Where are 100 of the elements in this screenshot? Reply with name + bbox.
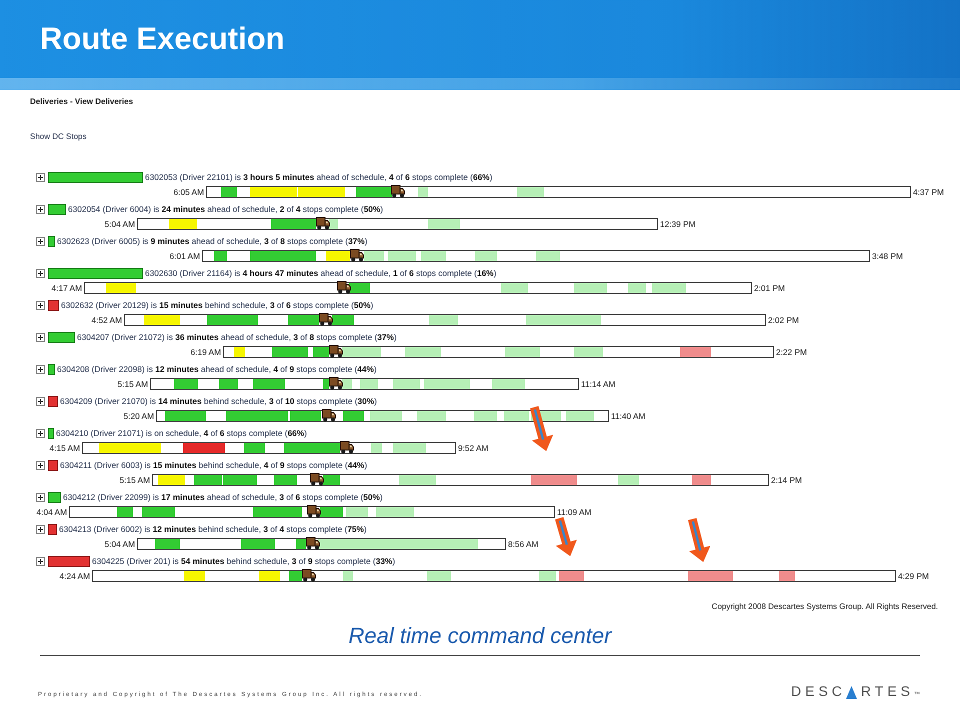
planned-stop-segment [504,411,529,421]
planned-stop-segment [376,507,414,517]
planned-stop-segment [492,379,525,389]
planned-stop-segment [417,411,446,421]
expand-icon[interactable] [36,204,45,214]
planned-stop-segment [329,219,338,229]
planned-stop-segment [342,379,352,389]
completed-stop-segment [356,187,392,197]
idle-time-segment [144,315,180,325]
planned-stop-segment [539,571,556,581]
show-dc-stops-link[interactable]: Show DC Stops [30,132,86,141]
logo-text: RTES [860,683,914,699]
route-summary: 6304208 (Driver 22098) is 12 minutes ahead of schedule, 4 of 9 stops complete (44%) [57,364,377,374]
start-time: 5:04 AM [104,538,135,550]
copyright-text: Copyright 2008 Descartes Systems Group. All Rights Reserved. [712,602,938,611]
projected-late-segment [688,571,733,581]
planned-stop-segment [474,411,497,421]
route-summary: 6304211 (Driver 6003) is 15 minutes behind schedule, 4 of 9 stops complete (44%) [60,460,368,470]
start-time: 4:24 AM [60,570,90,582]
completed-stop-segment [274,475,297,485]
planned-stop-segment [424,379,470,389]
completed-stop-segment [323,475,340,485]
annotation-arrow [688,518,710,562]
breadcrumb: Deliveries - View Deliveries [30,97,134,106]
planned-stop-segment [427,571,451,581]
expand-icon[interactable] [36,300,45,310]
completed-stop-segment [207,315,258,325]
expand-icon[interactable] [36,236,45,246]
start-time: 5:15 AM [120,474,150,486]
end-time: 11:09 AM [557,506,592,518]
planned-stop-segment [501,283,528,293]
planned-stop-segment [405,347,441,357]
planned-stop-segment [428,219,460,229]
completed-stop-segment [241,539,275,549]
planned-stop-segment [536,251,560,261]
projected-late-segment [531,475,577,485]
annotation-arrow [530,406,553,451]
expand-icon[interactable] [36,524,45,534]
planned-stop-segment [475,251,497,261]
route-summary: 6304212 (Driver 22099) is 17 minutes ahead of schedule, 3 of 6 stops complete (50%) [63,492,383,502]
completed-stop-segment [313,347,329,357]
idle-time-segment [298,187,345,197]
start-time: 6:19 AM [190,346,221,358]
route-summary: 6302632 (Driver 20129) is 15 minutes behind schedule, 3 of 6 stops complete (50%) [61,300,374,310]
completed-stop-segment [142,507,175,517]
idle-time-segment [259,571,280,581]
expand-icon[interactable] [36,428,45,438]
start-time: 4:17 AM [52,282,82,294]
completed-stop-segment [214,251,227,261]
planned-stop-segment [421,251,446,261]
end-time: 11:14 AM [581,378,616,390]
route-summary: 6304209 (Driver 21070) is 14 minutes behind schedule, 3 of 10 stops complete (30%) [60,396,377,406]
late-stop-segment [183,443,225,453]
end-time: 4:29 PM [898,570,929,582]
completed-stop-segment [284,443,340,453]
truck-icon [329,345,343,358]
completed-stop-segment [117,507,133,517]
truck-icon [302,569,316,582]
start-time: 4:15 AM [50,442,80,454]
planned-stop-segment [574,347,603,357]
slide-title: Route Execution [40,21,285,57]
planned-stop-segment [505,347,540,357]
completed-stop-segment [244,443,265,453]
completed-stop-segment [194,475,222,485]
end-time: 3:48 PM [872,250,903,262]
planned-stop-segment [393,379,420,389]
completed-stop-segment [174,379,198,389]
completed-stop-segment [296,539,306,549]
idle-time-segment [169,219,197,229]
idle-time-segment [106,283,136,293]
expand-icon[interactable] [36,364,45,374]
truck-icon [329,377,343,390]
planned-stop-segment [517,187,544,197]
logo-text: DESC [791,683,846,699]
route-summary: 6304213 (Driver 6002) is 12 minutes behind schedule, 3 of 4 stops complete (75%) [59,524,367,534]
expand-icon[interactable] [36,460,45,470]
expand-icon[interactable] [36,172,45,182]
truck-icon [310,473,324,486]
expand-icon[interactable] [36,492,45,502]
route-summary: 6304225 (Driver 201) is 54 minutes behind schedule, 3 of 9 stops complete (33%) [92,556,396,566]
completed-stop-segment [332,315,354,325]
projected-late-segment [692,475,711,485]
completed-stop-segment [271,219,316,229]
expand-icon[interactable] [36,396,45,406]
truck-icon [316,217,330,230]
planned-stop-segment [628,283,646,293]
completed-stop-segment [349,283,370,293]
planned-stop-segment [429,315,458,325]
annotation-arrow [554,516,577,556]
expand-icon[interactable] [36,332,45,342]
expand-icon[interactable] [36,268,45,278]
caption-text: Real time command center [348,624,612,648]
start-time: 6:01 AM [170,250,200,262]
end-time: 2:22 PM [776,346,807,358]
idle-time-segment [99,443,161,453]
expand-icon[interactable] [36,556,45,566]
truck-icon [350,249,364,262]
planned-stop-segment [399,475,436,485]
planned-stop-segment [388,251,416,261]
route-summary: 6304207 (Driver 21072) is 36 minutes ahead of schedule, 3 of 8 stops complete (37%) [77,332,397,342]
